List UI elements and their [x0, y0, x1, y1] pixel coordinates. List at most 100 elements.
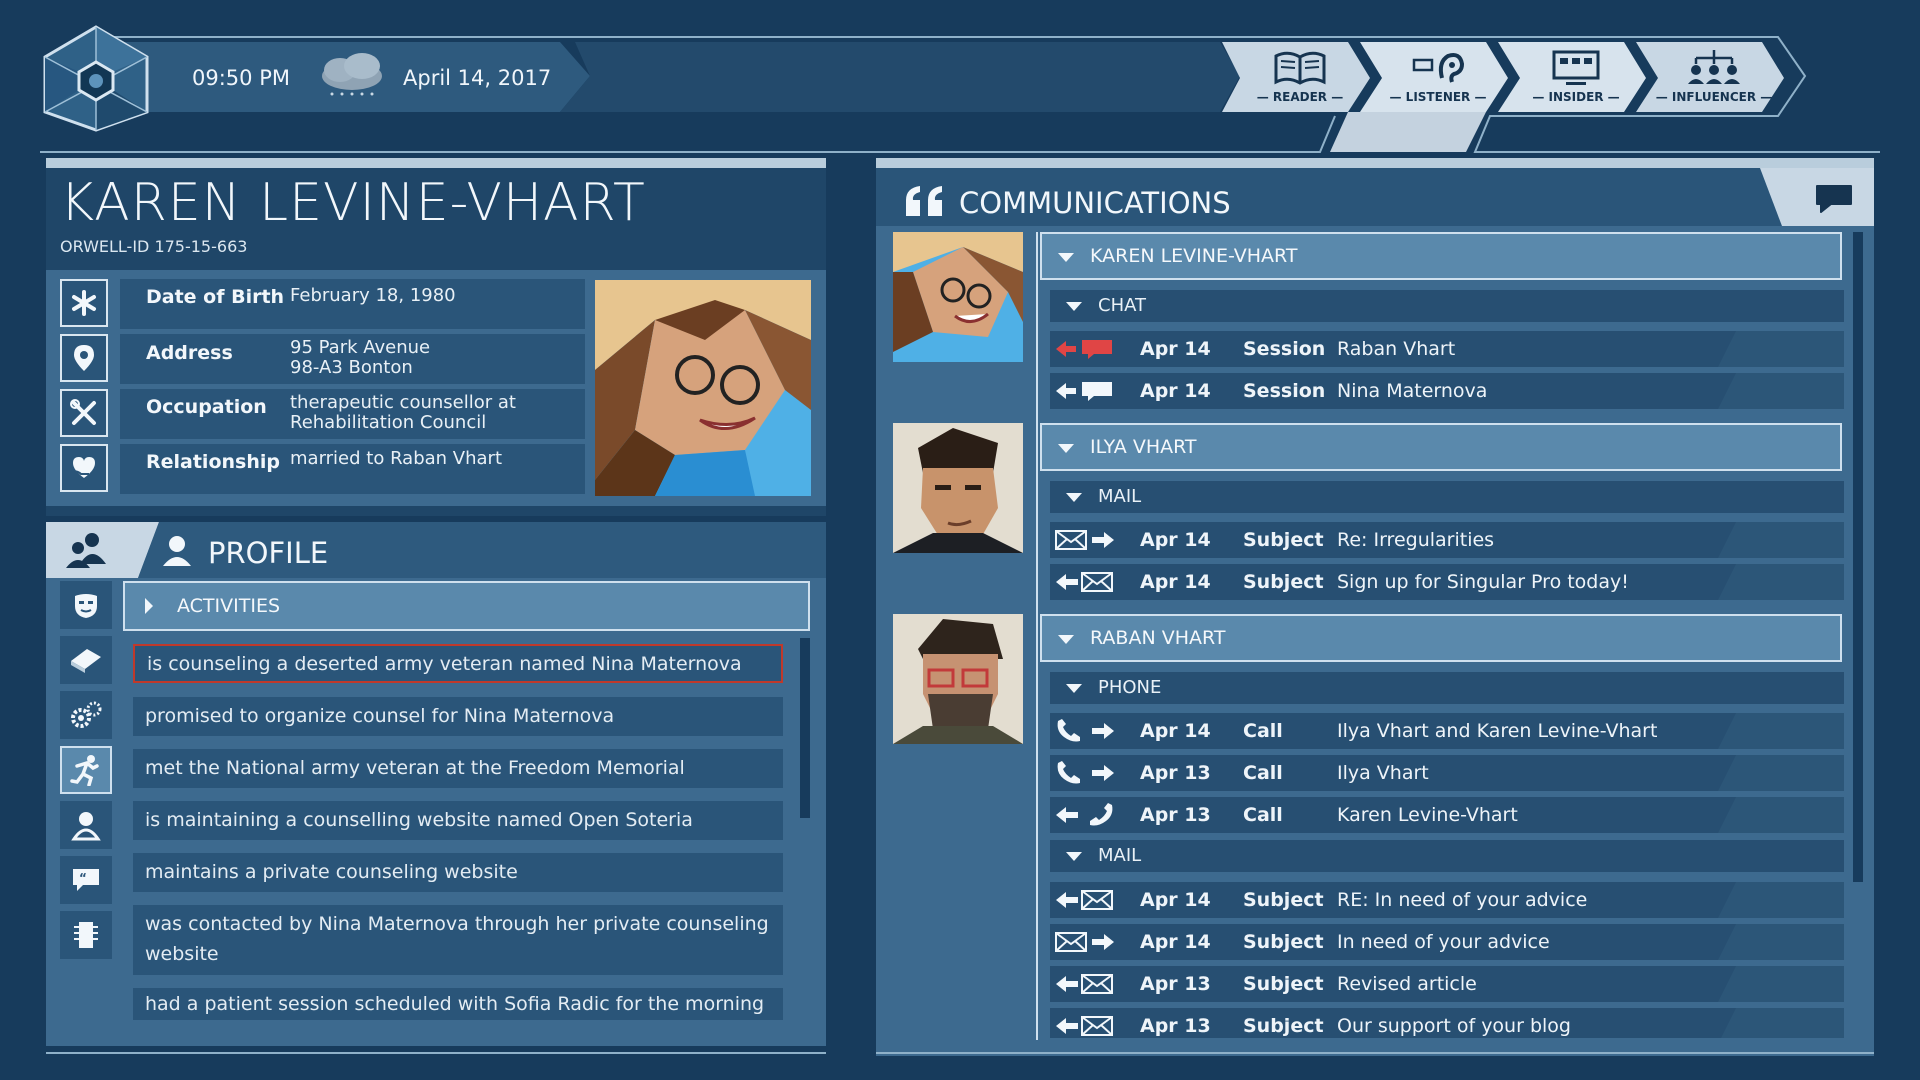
mail-incoming-icon — [1056, 890, 1113, 910]
collapse-arrow-icon — [1058, 444, 1074, 453]
comm-message-row[interactable]: Apr 13 Subject Revised article — [1050, 966, 1844, 1002]
message-type: Call — [1243, 720, 1283, 742]
social-people-icon[interactable] — [62, 530, 112, 570]
message-date: Apr 14 — [1140, 931, 1211, 953]
message-subject: Karen Levine-Vhart — [1337, 804, 1518, 826]
clock-time: 09:50 PM — [192, 66, 290, 90]
role-label: — LISTENER — — [1389, 90, 1487, 104]
message-date: Apr 14 — [1140, 380, 1211, 402]
comm-section-mail[interactable]: MAIL — [1050, 481, 1844, 513]
role-tab-listener[interactable]: — LISTENER — — [1378, 48, 1498, 104]
role-label: — READER — — [1256, 90, 1344, 104]
comm-message-row[interactable]: Apr 13 Subject Our support of your blog — [1050, 1008, 1844, 1038]
activities-header[interactable]: ACTIVITIES — [123, 581, 810, 631]
role-label: — INFLUENCER — — [1655, 90, 1773, 104]
side-tab-gears[interactable] — [60, 691, 112, 739]
comm-message-row[interactable]: Apr 13 Call Ilya Vhart — [1050, 755, 1844, 791]
phone-outgoing-icon — [1057, 761, 1114, 784]
message-date: Apr 14 — [1140, 571, 1211, 593]
group-name: RABAN VHART — [1090, 627, 1226, 649]
comm-scrollbar[interactable] — [1853, 232, 1863, 882]
info-row-relationship: Relationship married to Raban Vhart — [120, 444, 585, 494]
role-tab-reader[interactable]: — READER — — [1240, 48, 1360, 104]
activity-text: had a patient session scheduled with Sof… — [145, 993, 765, 1015]
comm-section-chat[interactable]: CHAT — [1050, 290, 1844, 322]
message-subject: Raban Vhart — [1337, 338, 1456, 360]
row-edge — [1718, 373, 1844, 409]
person-portrait — [595, 280, 811, 496]
collapse-arrow-icon — [1066, 302, 1082, 311]
info-value: February 18, 1980 — [290, 285, 456, 306]
monitor-icon — [1552, 50, 1600, 85]
message-subject: Our support of your blog — [1337, 1015, 1571, 1037]
activities-scrollbar[interactable] — [800, 638, 810, 818]
message-date: Apr 13 — [1140, 973, 1211, 995]
comm-message-row[interactable]: Apr 14 Subject Sign up for Singular Pro … — [1050, 564, 1844, 600]
comm-message-row[interactable]: Apr 14 Subject In need of your advice — [1050, 924, 1844, 960]
comm-group-raban[interactable]: RABAN VHART — [1040, 614, 1842, 662]
message-type: Call — [1243, 804, 1283, 826]
activity-item[interactable]: is counseling a deserted army veteran na… — [133, 644, 783, 683]
message-subject: Ilya Vhart and Karen Levine-Vhart — [1337, 720, 1658, 742]
left-panel-bottom-line — [46, 1052, 826, 1054]
heart-hand-icon — [60, 444, 108, 492]
side-tab-activities[interactable] — [60, 746, 112, 794]
message-date: Apr 13 — [1140, 762, 1211, 784]
side-tab-mask[interactable] — [60, 581, 112, 629]
tools-icon — [60, 389, 108, 437]
activity-item[interactable]: promised to organize counsel for Nina Ma… — [133, 697, 783, 736]
gears-icon — [71, 701, 102, 728]
comm-message-row[interactable]: Apr 13 Call Karen Levine-Vhart — [1050, 797, 1844, 833]
message-type: Subject — [1243, 1015, 1324, 1037]
role-tab-insider[interactable]: — INSIDER — — [1516, 48, 1636, 104]
activity-item[interactable]: met the National army veteran at the Fre… — [133, 749, 783, 788]
collapse-arrow-icon — [1058, 253, 1074, 262]
side-tab-speech[interactable]: “ — [60, 856, 112, 904]
person-name: KAREN LEVINE-VHART — [60, 173, 646, 233]
comm-section-mail[interactable]: MAIL — [1050, 840, 1844, 872]
activity-item[interactable]: had a patient session scheduled with Sof… — [133, 988, 783, 1020]
message-date: Apr 14 — [1140, 338, 1211, 360]
chat-bubble-icon[interactable] — [1813, 182, 1855, 216]
expand-arrow-icon — [145, 598, 153, 614]
message-type: Subject — [1243, 529, 1324, 551]
activity-item[interactable]: is maintaining a counselling website nam… — [133, 801, 783, 840]
activity-item[interactable]: maintains a private counseling website — [133, 853, 783, 892]
book-icon — [1274, 51, 1326, 85]
side-tab-device[interactable] — [60, 911, 112, 959]
communications-title: COMMUNICATIONS — [959, 186, 1231, 220]
section-type: PHONE — [1098, 677, 1162, 698]
row-edge — [1718, 1008, 1844, 1038]
mail-outgoing-icon — [1055, 932, 1114, 952]
message-subject: Sign up for Singular Pro today! — [1337, 571, 1629, 593]
message-date: Apr 14 — [1140, 529, 1211, 551]
comm-group-ilya[interactable]: ILYA VHART — [1040, 423, 1842, 471]
svg-text:“: “ — [79, 871, 87, 885]
speech-bubble-icon: “ — [73, 869, 99, 891]
activity-item[interactable]: was contacted by Nina Maternova through … — [133, 905, 783, 975]
comm-message-row[interactable]: Apr 14 Subject RE: In need of your advic… — [1050, 882, 1844, 918]
comm-message-row[interactable]: Apr 14 Subject Re: Irregularities — [1050, 522, 1844, 558]
quote-icon — [906, 186, 942, 216]
comm-message-row[interactable]: Apr 14 Session Nina Maternova — [1050, 373, 1844, 409]
info-row-address: Address 95 Park Avenue 98-A3 Bonton — [120, 334, 585, 384]
info-value-line2: 98-A3 Bonton — [290, 357, 413, 378]
side-tab-book[interactable] — [60, 636, 112, 684]
row-edge — [1718, 882, 1844, 918]
info-value: therapeutic counsellor at — [290, 392, 516, 413]
comm-group-karen[interactable]: KAREN LEVINE-VHART — [1040, 232, 1842, 280]
message-date: Apr 14 — [1140, 720, 1211, 742]
info-value: married to Raban Vhart — [290, 448, 503, 469]
comm-message-row[interactable]: Apr 14 Session Raban Vhart — [1050, 331, 1844, 367]
location-pin-icon — [60, 334, 108, 382]
side-tab-contact[interactable] — [60, 801, 112, 849]
section-type: MAIL — [1098, 845, 1142, 866]
comm-section-phone[interactable]: PHONE — [1050, 672, 1844, 704]
role-tab-influencer[interactable]: — INFLUENCER — — [1654, 48, 1774, 104]
ear-icon — [1412, 53, 1465, 83]
running-person-icon — [70, 755, 99, 786]
comm-message-row[interactable]: Apr 14 Call Ilya Vhart and Karen Levine-… — [1050, 713, 1844, 749]
message-subject: Ilya Vhart — [1337, 762, 1429, 784]
message-type: Session — [1243, 338, 1326, 360]
row-edge — [1718, 924, 1844, 960]
